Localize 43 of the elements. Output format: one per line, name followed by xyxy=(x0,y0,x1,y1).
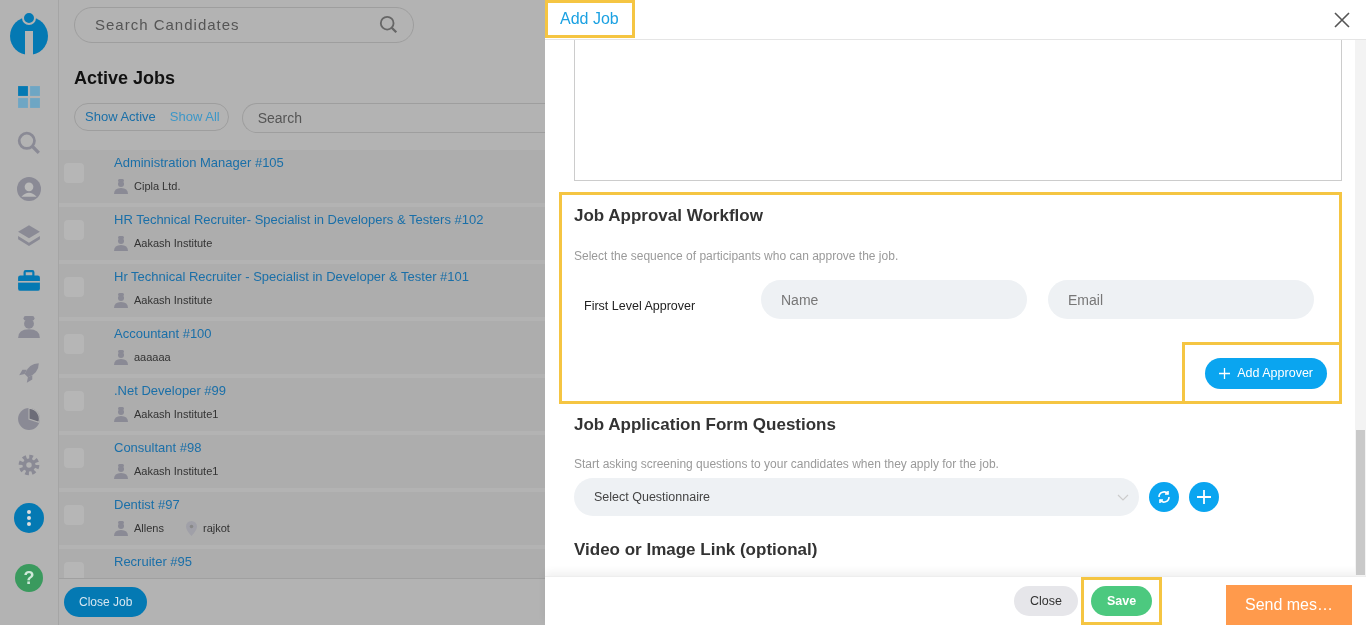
section-heading: Job Application Form Questions xyxy=(574,415,837,435)
company-name: aaaaaa xyxy=(134,351,171,364)
location-text: rajkot xyxy=(202,522,230,535)
company-name: Aakash Institute xyxy=(134,294,213,307)
job-title-link[interactable]: .Net Developer #99 xyxy=(114,382,226,398)
email-field[interactable]: Email xyxy=(1048,280,1314,319)
job-row[interactable]: Dentist #97 Allens rajkot xyxy=(59,491,545,545)
job-title-link[interactable]: Hr Technical Recruiter - Specialist in Developer & Tester #101 xyxy=(114,268,470,284)
section-heading: Job Approval Workflow xyxy=(574,206,764,226)
job-title-link[interactable]: HR Technical Recruiter- Specialist in Developers & Testers #102 xyxy=(114,211,484,227)
company-name: Aakash Institute1 xyxy=(134,465,219,478)
approver-label: First Level Approver xyxy=(583,298,697,313)
job-title-link[interactable]: Accountant #100 xyxy=(114,325,212,341)
filter-tab[interactable]: Show All xyxy=(169,109,220,125)
name-field[interactable]: Name xyxy=(761,280,1027,319)
section-description: Start asking screening questions to your candidates when they apply for the job. xyxy=(574,457,1000,471)
job-title-link[interactable]: Dentist #97 xyxy=(114,496,230,512)
job-title-link[interactable]: Recruiter #95 xyxy=(114,553,193,569)
help-button[interactable]: ? xyxy=(15,564,43,592)
add-approver-button[interactable]: Add Approver xyxy=(1205,357,1327,389)
close-job-button[interactable]: Close Job xyxy=(64,587,148,617)
company-name: Aakash Institute xyxy=(134,237,213,250)
page-title: Active Jobs xyxy=(74,67,177,89)
job-row[interactable]: Accountant #100 aaaaaa xyxy=(59,320,545,374)
questionnaire-dropdown[interactable]: Select Questionnaire xyxy=(574,478,1139,516)
filter-tab[interactable]: Show Active xyxy=(85,109,156,125)
modal-title: Add Job xyxy=(545,0,635,38)
company-name: Aakash Institute1 xyxy=(134,408,219,421)
job-row[interactable]: HR Technical Recruiter- Specialist in Developers & Testers #102 Aakash Institute xyxy=(59,206,545,260)
save-button[interactable]: Save xyxy=(1090,586,1153,616)
close-button[interactable]: Close xyxy=(1014,586,1078,616)
chat-button[interactable]: Send mes… xyxy=(1226,585,1352,625)
section-description: Select the sequence of participants who can approve the job. xyxy=(574,249,900,263)
job-row[interactable]: Consultant #98 Aakash Institute1 xyxy=(59,434,545,488)
job-row[interactable]: Recruiter #95 xyxy=(59,548,545,578)
job-row[interactable]: .Net Developer #99 Aakash Institute1 xyxy=(59,377,545,431)
company-name: Allens xyxy=(134,522,164,535)
job-title-link[interactable]: Administration Manager #105 xyxy=(114,154,284,170)
company-name: Cipla Ltd. xyxy=(134,180,181,193)
section-heading: Video or Image Link (optional) xyxy=(574,540,819,560)
job-row[interactable]: Hr Technical Recruiter - Specialist in Developer & Tester #101 Aakash Institute xyxy=(59,263,545,317)
job-title-link[interactable]: Consultant #98 xyxy=(114,439,219,455)
job-row[interactable]: Administration Manager #105 Cipla Ltd. xyxy=(59,149,545,203)
